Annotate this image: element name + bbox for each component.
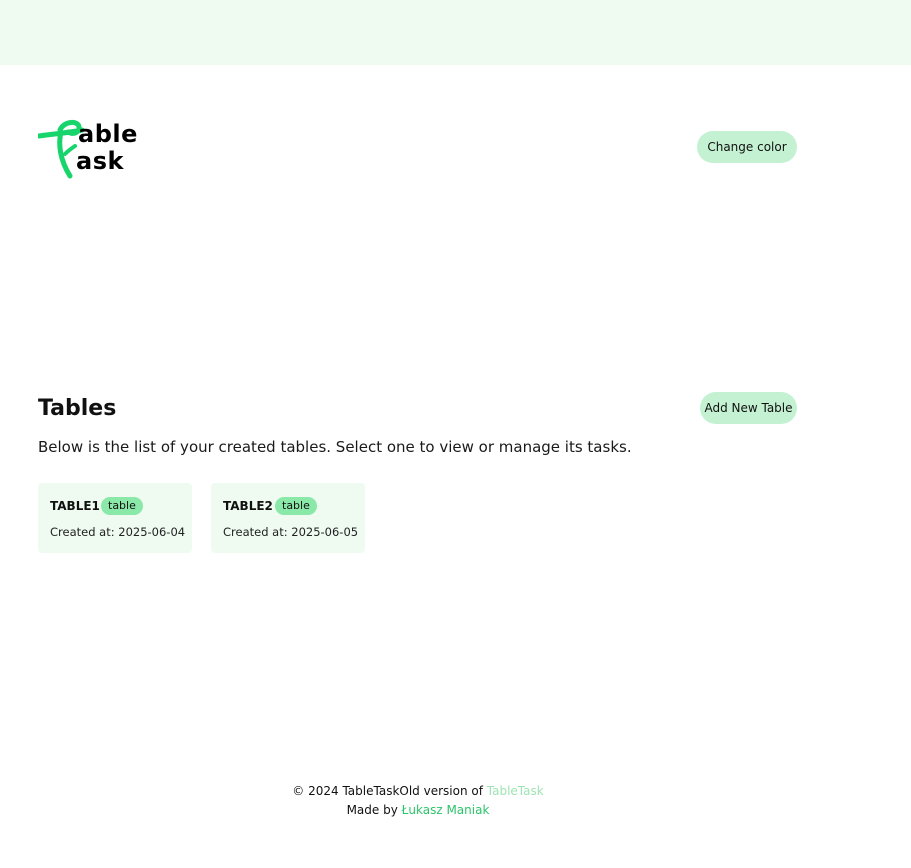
table-card-name: TABLE1 (50, 499, 100, 513)
footer-made-by-text: Made by (346, 803, 402, 817)
old-version-link[interactable]: TableTask (487, 784, 544, 798)
tabletask-logo[interactable]: able ask (38, 118, 148, 180)
add-new-table-button[interactable]: Add New Table (700, 392, 797, 424)
section-description: Below is the list of your created tables… (38, 438, 632, 456)
table-card-name: TABLE2 (223, 499, 273, 513)
table-type-badge: table (275, 497, 317, 515)
page-footer: © 2024 TableTaskOld version of TableTask… (0, 782, 836, 820)
table-card-created-date: Created at: 2025-06-04 (50, 525, 186, 539)
table-card[interactable]: TABLE1 table Created at: 2025-06-04 (38, 483, 192, 553)
author-link[interactable]: Łukasz Maniak (402, 803, 490, 817)
logo-text-line2: ask (76, 147, 124, 175)
logo-text-line1: able (78, 120, 138, 148)
footer-old-version-text: Old version of (399, 784, 487, 798)
change-color-button[interactable]: Change color (697, 131, 797, 163)
top-bar (0, 0, 911, 65)
table-card[interactable]: TABLE2 table Created at: 2025-06-05 (211, 483, 365, 553)
page-title: Tables (38, 396, 117, 421)
footer-line-1: © 2024 TableTaskOld version of TableTask (0, 782, 836, 801)
table-type-badge: table (101, 497, 143, 515)
footer-copyright: © 2024 TableTask (292, 784, 400, 798)
table-card-created-date: Created at: 2025-06-05 (223, 525, 359, 539)
footer-line-2: Made by Łukasz Maniak (0, 801, 836, 820)
